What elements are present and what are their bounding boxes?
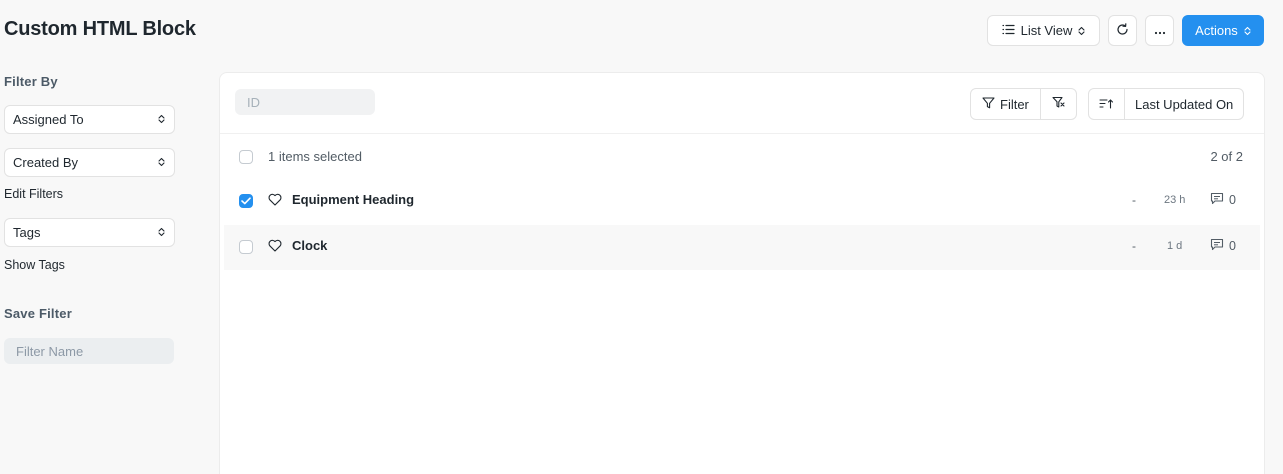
heart-icon[interactable] [268,193,282,211]
id-search-input[interactable]: ID [235,89,375,115]
row-checkbox[interactable] [239,240,253,254]
ellipsis-icon [1154,23,1166,38]
sort-by-button[interactable]: Last Updated On [1124,89,1243,119]
chevron-updown-icon [158,155,165,170]
list-panel: ID Filter Last Updated On 1 items select… [219,72,1265,474]
row-comments: 0 [1210,238,1236,254]
result-count: 2 of 2 [1210,149,1243,164]
sort-ascending-icon [1099,97,1114,112]
sort-order-button[interactable] [1089,89,1124,119]
more-options-button[interactable] [1145,15,1174,46]
chevron-updown-icon [158,112,165,127]
comment-icon [1210,192,1224,208]
filter-x-icon [1052,96,1065,112]
row-comments: 0 [1210,192,1236,208]
actions-label: Actions [1195,23,1238,38]
comment-count: 0 [1229,193,1236,207]
comment-icon [1210,238,1224,254]
tags-select[interactable]: Tags [4,218,175,247]
list-header: 1 items selected 2 of 2 [220,135,1264,179]
filter-by-label: Filter By [4,74,58,89]
show-tags-link[interactable]: Show Tags [4,258,65,272]
filter-icon [982,96,995,112]
filter-name-input[interactable]: Filter Name [4,338,174,364]
row-checkbox[interactable] [239,194,253,208]
assigned-to-label: Assigned To [13,112,84,127]
chevron-updown-icon [1244,26,1251,36]
chevron-updown-icon [1078,26,1085,36]
select-all-checkbox[interactable] [239,150,253,164]
tags-label: Tags [13,225,41,240]
heart-icon[interactable] [268,239,282,257]
refresh-button[interactable] [1108,15,1137,46]
row-status: - [1132,193,1136,207]
list-view-button[interactable]: List View [987,15,1100,46]
row-modified-time: 23 h [1164,194,1186,206]
page-title: Custom HTML Block [4,18,196,40]
assigned-to-select[interactable]: Assigned To [4,105,175,134]
edit-filters-link[interactable]: Edit Filters [4,187,63,201]
selected-count-text: 1 items selected [268,149,362,164]
page-actions: List View Actions [987,15,1264,46]
filter-button-group: Filter [970,88,1077,120]
sort-button-group: Last Updated On [1088,88,1245,120]
list-toolbar: ID Filter Last Updated On [220,73,1264,134]
chevron-updown-icon [158,225,165,240]
list-view-label: List View [1020,23,1073,38]
row-status: - [1132,239,1136,253]
filter-button[interactable]: Filter [971,89,1040,119]
comment-count: 0 [1229,239,1236,253]
save-filter-label: Save Filter [4,306,72,321]
refresh-icon [1116,22,1129,39]
clear-filter-button[interactable] [1039,89,1076,119]
created-by-select[interactable]: Created By [4,148,175,177]
row-title[interactable]: Clock [292,238,327,253]
list-row[interactable]: Clock - 1 d 0 [224,225,1260,270]
created-by-label: Created By [13,155,79,170]
check-icon [241,192,251,210]
list-icon [1001,23,1015,38]
actions-button[interactable]: Actions [1182,15,1264,46]
row-title[interactable]: Equipment Heading [292,192,414,207]
filter-label: Filter [1000,96,1029,112]
list-row[interactable]: Equipment Heading - 23 h 0 [224,179,1260,224]
row-modified-time: 1 d [1167,240,1183,252]
